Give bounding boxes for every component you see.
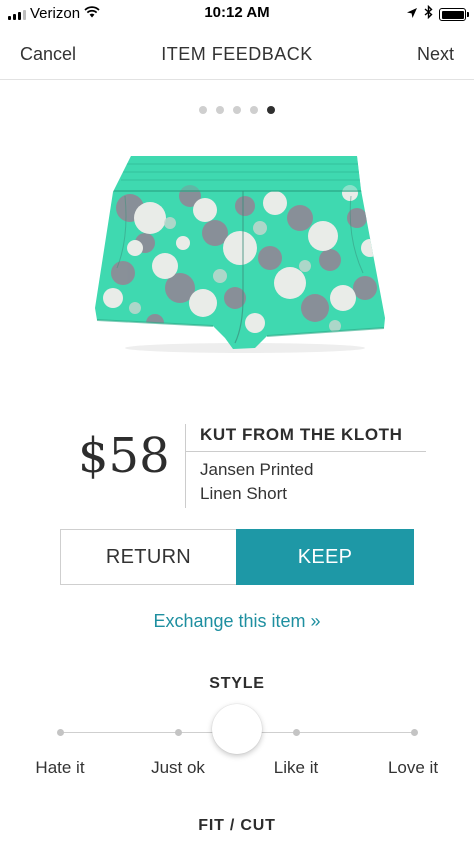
- slider-tick[interactable]: [175, 729, 182, 736]
- slider-tick[interactable]: [293, 729, 300, 736]
- style-option-just-ok[interactable]: Just ok: [123, 758, 233, 778]
- brand-name: KUT FROM THE KLOTH: [200, 425, 403, 444]
- next-button[interactable]: Next: [417, 44, 454, 65]
- page-title: ITEM FEEDBACK: [161, 44, 313, 64]
- style-option-like[interactable]: Like it: [241, 758, 351, 778]
- product-price: $58: [78, 428, 170, 484]
- location-arrow-icon: [406, 6, 418, 24]
- fit-section-title: FIT / CUT: [198, 817, 276, 834]
- style-section-title: STYLE: [209, 675, 265, 692]
- style-option-love[interactable]: Love it: [358, 758, 468, 778]
- price-divider: [185, 424, 186, 508]
- page-dot[interactable]: [216, 106, 224, 114]
- bluetooth-icon: [424, 4, 433, 24]
- style-option-hate[interactable]: Hate it: [5, 758, 115, 778]
- keep-button[interactable]: KEEP: [236, 529, 414, 585]
- battery-icon: [439, 8, 469, 21]
- page-dot[interactable]: [199, 106, 207, 114]
- product-name-line2: Linen Short: [200, 484, 287, 503]
- product-image: [95, 148, 385, 358]
- slider-tick[interactable]: [411, 729, 418, 736]
- status-right: [406, 4, 469, 24]
- page-dot[interactable]: [250, 106, 258, 114]
- brand-divider: [186, 451, 426, 452]
- product-name: Jansen Printed Linen Short: [200, 458, 420, 506]
- style-rating-slider[interactable]: [57, 704, 418, 754]
- slider-thumb[interactable]: [212, 704, 262, 754]
- keep-return-toggle: RETURN KEEP: [60, 529, 414, 585]
- slider-tick[interactable]: [57, 729, 64, 736]
- exchange-item-link[interactable]: Exchange this item »: [0, 611, 474, 632]
- page-dot-active[interactable]: [267, 106, 275, 114]
- nav-bar: Cancel ITEM FEEDBACK Next: [0, 28, 474, 80]
- page-indicator[interactable]: [0, 106, 474, 114]
- product-name-line1: Jansen Printed: [200, 460, 314, 479]
- status-time: 10:12 AM: [204, 4, 270, 21]
- return-button[interactable]: RETURN: [60, 529, 236, 585]
- page-dot[interactable]: [233, 106, 241, 114]
- status-bar: Verizon 10:12 AM: [0, 0, 474, 28]
